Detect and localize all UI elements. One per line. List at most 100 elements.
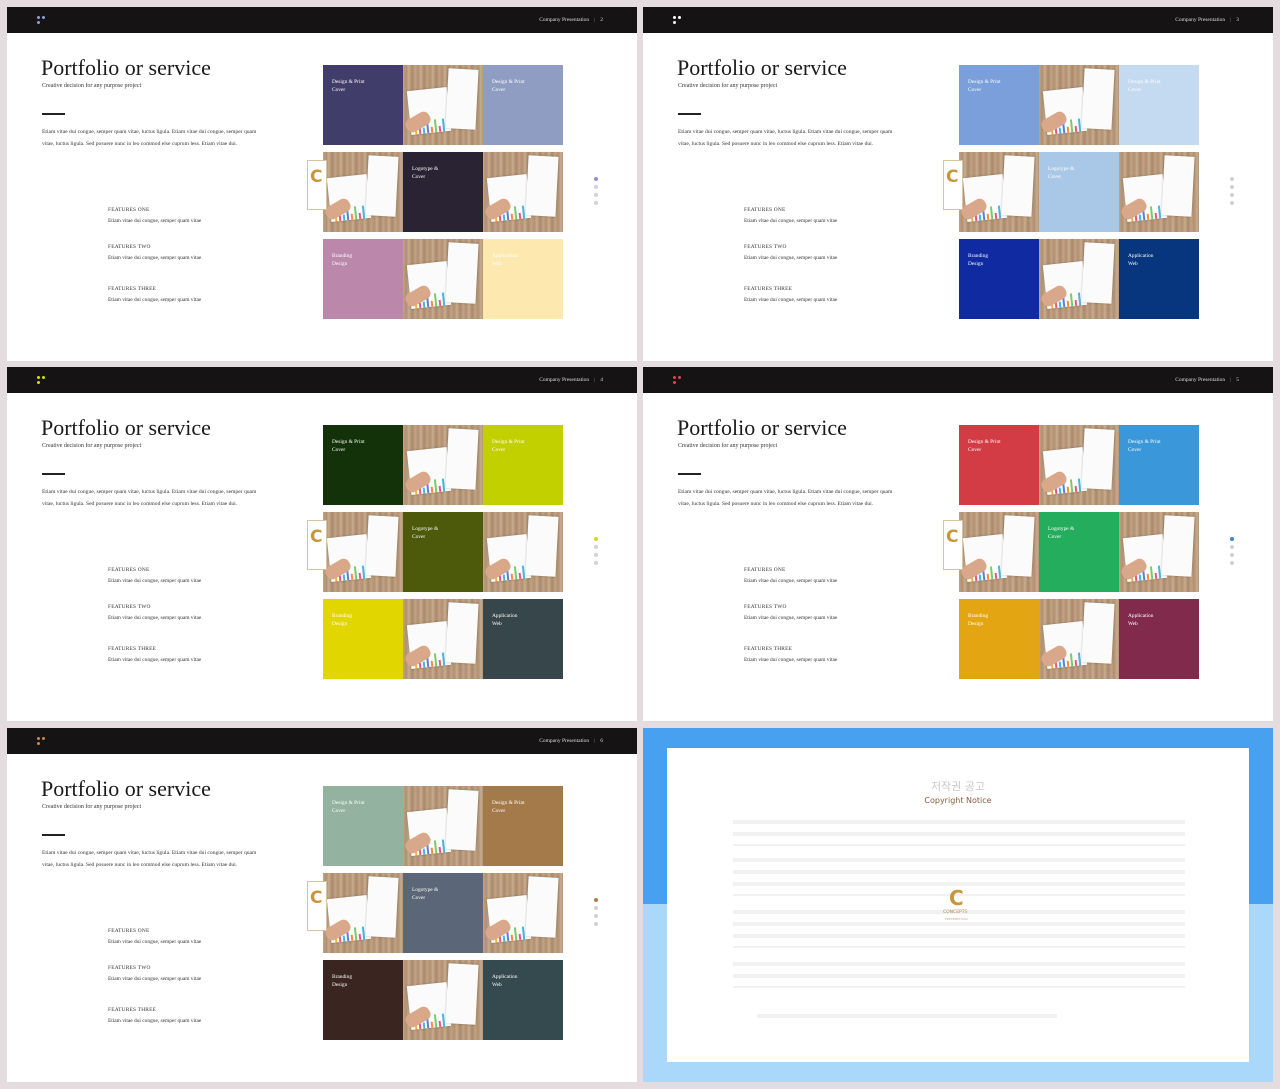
pager-dot[interactable] (594, 914, 598, 918)
portfolio-tile[interactable]: Application Web (483, 239, 563, 319)
pager-dot[interactable] (1230, 553, 1234, 557)
portfolio-tile[interactable]: Branding Design (959, 599, 1039, 679)
portfolio-tile[interactable]: Logotype & Cover (403, 512, 483, 592)
portfolio-tile[interactable]: Design & Print Cover (323, 786, 403, 866)
feature-description: Etiam vitae dui congue, semper quam vita… (744, 657, 838, 663)
concepts-logo-tagline: PRESENTATION (945, 917, 968, 921)
feature-title: FEATURES THREE (744, 646, 793, 652)
pager-dot[interactable] (594, 177, 598, 181)
pager-dot[interactable] (1230, 561, 1234, 565)
feature-item: FEATURES THREE Etiam vitae dui congue, se… (744, 286, 837, 303)
pager-dot[interactable] (594, 201, 598, 205)
header-caption: Company Presentation | 5 (1175, 377, 1239, 383)
pager-dot[interactable] (1230, 185, 1234, 189)
slide-pager[interactable] (594, 898, 599, 930)
title-divider (678, 473, 701, 475)
portfolio-tile-label: Logotype & Cover (412, 887, 439, 901)
feature-description: Etiam vitae dui congue, semper quam vita… (744, 615, 838, 621)
copyright-card: 저작권 공고 Copyright Notice C CONCEPTS PRESE… (667, 748, 1249, 1062)
portfolio-tile[interactable]: Design & Print Cover (959, 65, 1039, 145)
portfolio-tile[interactable]: Design & Print Cover (483, 786, 563, 866)
pager-dot[interactable] (594, 537, 598, 541)
portfolio-photo (403, 786, 483, 866)
portfolio-tile[interactable]: Branding Design (323, 960, 403, 1040)
portfolio-slide[interactable]: Company Presentation | 2 Portfolio or serv… (7, 7, 637, 361)
portfolio-photo (403, 239, 483, 319)
feature-item: FEATURES TWO Etiam vitae dui congue, semp… (108, 604, 201, 621)
copyright-faded-text (757, 1014, 1057, 1024)
pager-dot[interactable] (594, 906, 598, 910)
pager-dot[interactable] (594, 193, 598, 197)
feature-title: FEATURES THREE (108, 646, 157, 652)
portfolio-tile[interactable]: Design & Print Cover (959, 425, 1039, 505)
portfolio-slide[interactable]: Company Presentation | 4 Portfolio or serv… (7, 367, 637, 721)
slide-pager[interactable] (1230, 537, 1235, 569)
portfolio-photo (1039, 239, 1119, 319)
feature-description: Etiam vitae dui congue, semper quam vita… (108, 976, 202, 982)
feature-title: FEATURES ONE (744, 567, 786, 573)
feature-title: FEATURES TWO (744, 604, 787, 610)
portfolio-tile-label: Application Web (1128, 613, 1154, 627)
slide-pager[interactable] (594, 537, 599, 569)
portfolio-tile[interactable]: Branding Design (323, 239, 403, 319)
slide-body-text: Etiam vitae dui congue, semper quam vita… (678, 489, 893, 507)
portfolio-tile[interactable]: Design & Print Cover (323, 65, 403, 145)
portfolio-tile[interactable]: Design & Print Cover (1119, 425, 1199, 505)
feature-description: Etiam vitae dui congue, semper quam vita… (108, 255, 202, 261)
pager-dot[interactable] (1230, 201, 1234, 205)
pager-dot[interactable] (1230, 177, 1234, 181)
portfolio-tile-label: Design & Print Cover (492, 800, 525, 814)
portfolio-tile[interactable]: Logotype & Cover (1039, 512, 1119, 592)
slide-body-text: Etiam vitae dui congue, semper quam vita… (678, 129, 893, 147)
portfolio-tile[interactable]: Application Web (1119, 239, 1199, 319)
pager-dot[interactable] (594, 561, 598, 565)
portfolio-tile[interactable]: Logotype & Cover (403, 873, 483, 953)
pager-dot[interactable] (1230, 537, 1234, 541)
pager-dot[interactable] (594, 898, 598, 902)
pager-dot[interactable] (1230, 193, 1234, 197)
pager-dot[interactable] (594, 922, 598, 926)
dots-logo-icon (37, 16, 46, 25)
portfolio-tile[interactable]: Design & Print Cover (483, 425, 563, 505)
portfolio-tile[interactable]: Design & Print Cover (1119, 65, 1199, 145)
portfolio-slide[interactable]: Company Presentation | 3 Portfolio or serv… (643, 7, 1273, 361)
portfolio-tile[interactable]: Logotype & Cover (403, 152, 483, 232)
portfolio-tile[interactable]: Branding Design (959, 239, 1039, 319)
portfolio-tile-label: Branding Design (968, 253, 989, 267)
feature-description: Etiam vitae dui congue, semper quam vita… (744, 578, 838, 584)
portfolio-tile[interactable]: Logotype & Cover (1039, 152, 1119, 232)
portfolio-photo (323, 873, 403, 953)
portfolio-slide[interactable]: Company Presentation | 6 Portfolio or serv… (7, 728, 637, 1082)
dots-logo-icon (37, 376, 46, 385)
portfolio-tile[interactable]: Application Web (483, 960, 563, 1040)
portfolio-tile[interactable]: Application Web (1119, 599, 1199, 679)
portfolio-tile[interactable]: Design & Print Cover (323, 425, 403, 505)
slide-header-bar: Company Presentation | 2 (7, 7, 637, 33)
header-separator: | (1230, 17, 1232, 23)
portfolio-tile-label: Design & Print Cover (492, 439, 525, 453)
pager-dot[interactable] (594, 185, 598, 189)
header-caption: Company Presentation | 2 (539, 17, 603, 23)
feature-title: FEATURES ONE (108, 928, 150, 934)
portfolio-tile[interactable]: Application Web (483, 599, 563, 679)
portfolio-tile-label: Application Web (492, 253, 518, 267)
portfolio-photo (323, 152, 403, 232)
portfolio-tile[interactable]: Design & Print Cover (483, 65, 563, 145)
dots-logo-icon (673, 16, 682, 25)
portfolio-slide[interactable]: Company Presentation | 5 Portfolio or serv… (643, 367, 1273, 721)
portfolio-tile-label: Design & Print Cover (332, 800, 365, 814)
concepts-logo: C CONCEPTS PRESENTATION (943, 886, 973, 926)
pager-dot[interactable] (594, 553, 598, 557)
header-separator: | (594, 738, 596, 744)
feature-item: FEATURES ONE Etiam vitae dui congue, semp… (744, 207, 837, 224)
feature-item: FEATURES ONE Etiam vitae dui congue, semp… (108, 928, 201, 945)
copyright-slide[interactable]: 저작권 공고 Copyright Notice C CONCEPTS PRESE… (643, 728, 1273, 1082)
slide-pager[interactable] (594, 177, 599, 209)
pager-dot[interactable] (1230, 545, 1234, 549)
pager-dot[interactable] (594, 545, 598, 549)
portfolio-grid: Design & Print Cover Design & Print Cover Lo… (323, 786, 563, 1040)
portfolio-photo (483, 152, 563, 232)
portfolio-tile[interactable]: Branding Design (323, 599, 403, 679)
slide-pager[interactable] (1230, 177, 1235, 209)
slide-title: Portfolio or service (41, 55, 211, 80)
